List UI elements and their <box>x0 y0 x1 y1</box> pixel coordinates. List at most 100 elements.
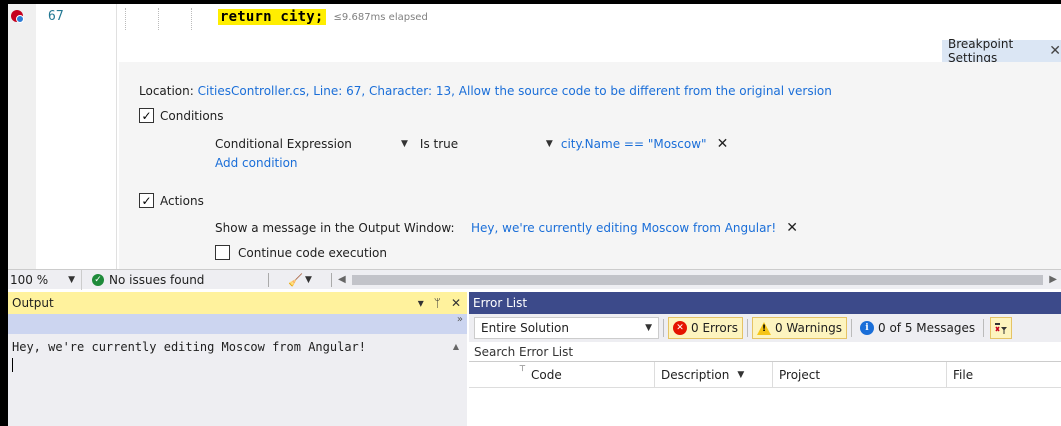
output-text: Hey, we're currently editing Moscow from… <box>12 340 367 354</box>
issues-text: No issues found <box>109 272 205 287</box>
add-condition-row: Add condition <box>215 156 298 170</box>
errors-filter-button[interactable]: ✕ 0 Errors <box>668 317 743 339</box>
messages-count: 0 of 5 Messages <box>878 321 976 335</box>
scope-value: Entire Solution <box>481 321 569 335</box>
continue-checkbox[interactable] <box>215 245 230 260</box>
add-condition-link[interactable]: Add condition <box>215 156 298 170</box>
filter-icon[interactable]: ⊤ <box>519 364 526 373</box>
chevron-down-icon[interactable]: ▼ <box>401 139 408 149</box>
error-list-pane: Error List Entire Solution ▼ ✕ 0 Errors … <box>469 292 1061 426</box>
conditions-label: Conditions <box>160 108 224 123</box>
continue-row: Continue code execution <box>215 245 387 260</box>
code-editor: 67 return city; ≤9.687ms elapsed Breakpo… <box>8 4 1061 269</box>
column-file-label: File <box>953 367 974 382</box>
actions-label: Actions <box>160 193 204 208</box>
divider <box>268 272 269 287</box>
condition-editor-row: Conditional Expression ▼ Is true ▼ city.… <box>215 136 728 152</box>
check-circle-icon: ✓ <box>92 273 104 286</box>
highlighted-statement[interactable]: return city; <box>218 9 326 25</box>
location-label: Location: <box>139 84 194 98</box>
output-toolbar: » <box>8 314 467 334</box>
zoom-value: 100 % <box>10 272 49 287</box>
scope-dropdown[interactable]: Entire Solution ▼ <box>474 317 659 339</box>
horizontal-scrollbar[interactable]: ◀ ▶ <box>338 274 1061 286</box>
error-list-search-input[interactable]: Search Error List <box>469 342 1061 362</box>
pin-icon[interactable]: ᛘ <box>434 296 441 310</box>
condition-expression-input[interactable]: city.Name == "Moscow" <box>561 137 707 151</box>
messages-filter-button[interactable]: i 0 of 5 Messages <box>856 317 979 339</box>
location-row: Location: CitiesController.cs, Line: 67,… <box>139 84 832 98</box>
chevron-down-icon[interactable]: ▼ <box>546 139 553 149</box>
editor-status-bar: 100 % ▼ ✓ No issues found 🧹 ▼ ◀ ▶ <box>8 269 1061 290</box>
filter-icon <box>995 323 1008 334</box>
search-placeholder: Search Error List <box>474 344 574 359</box>
conditions-checkbox[interactable]: ✓ <box>139 108 154 123</box>
divider <box>983 319 985 337</box>
overflow-icon[interactable]: » <box>457 314 463 325</box>
issues-indicator[interactable]: ✓ No issues found <box>82 273 262 287</box>
show-message-label: Show a message in the Output Window: <box>215 221 455 235</box>
output-pane: Output ▾ ᛘ ✕ » Hey, we're currently edit… <box>8 292 467 426</box>
actions-row: ✓ Actions <box>139 193 204 208</box>
breakpoint-settings-title: Breakpoint Settings <box>948 37 1014 65</box>
build-intellisense-filter-button[interactable] <box>990 317 1013 339</box>
vs-window: 67 return city; ≤9.687ms elapsed Breakpo… <box>8 4 1061 426</box>
condition-type-dropdown[interactable]: Conditional Expression <box>215 137 401 151</box>
perf-tip[interactable]: ≤9.687ms elapsed <box>334 12 428 23</box>
warnings-filter-button[interactable]: 0 Warnings <box>751 317 847 339</box>
output-title: Output <box>12 296 54 310</box>
column-code-label: Code <box>531 367 562 382</box>
condition-type-value: Conditional Expression <box>215 137 352 151</box>
divider <box>851 319 852 337</box>
column-project-label: Project <box>779 367 821 382</box>
scroll-left-icon[interactable]: ◀ <box>338 274 346 285</box>
condition-op-dropdown[interactable]: Is true <box>420 137 546 151</box>
actions-checkbox[interactable]: ✓ <box>139 193 154 208</box>
location-link[interactable]: CitiesController.cs, Line: 67, Character… <box>198 84 832 98</box>
message-input[interactable]: Hey, we're currently editing Moscow from… <box>471 221 776 235</box>
indent-guide <box>125 8 126 30</box>
errors-count: 0 Errors <box>691 321 738 335</box>
chevron-down-icon[interactable]: ▼ <box>68 275 75 285</box>
remove-action-icon[interactable]: ✕ <box>786 220 798 236</box>
error-list-title-bar[interactable]: Error List <box>469 292 1061 314</box>
condition-op-value: Is true <box>419 137 459 151</box>
error-list-header: ⊤ Code Description ▼ Project File <box>469 361 1061 388</box>
divider <box>746 319 748 337</box>
scrollbar-thumb[interactable] <box>351 274 1044 285</box>
code-line-67[interactable]: return city; ≤9.687ms elapsed <box>218 7 428 27</box>
code-cleanup-button[interactable]: 🧹 ▼ <box>275 273 325 287</box>
column-code[interactable]: ⊤ Code <box>519 361 655 388</box>
close-icon[interactable]: ✕ <box>1049 43 1061 59</box>
chevron-down-icon[interactable]: ▼ <box>645 323 652 333</box>
close-icon[interactable]: ✕ <box>451 296 461 310</box>
indent-guide <box>191 8 192 30</box>
error-icon: ✕ <box>673 321 687 335</box>
breakpoint-settings-tab[interactable]: Breakpoint Settings ✕ <box>942 37 1061 65</box>
column-description[interactable]: Description ▼ <box>655 361 773 388</box>
conditions-row: ✓ Conditions <box>139 108 224 123</box>
scroll-right-icon[interactable]: ▶ <box>1049 274 1057 285</box>
scroll-up-icon[interactable]: ▲ <box>453 342 459 351</box>
output-text-area[interactable]: Hey, we're currently editing Moscow from… <box>8 334 467 426</box>
breakpoint-gutter[interactable] <box>8 4 36 269</box>
output-title-bar[interactable]: Output ▾ ᛘ ✕ <box>8 292 467 314</box>
column-description-label: Description <box>661 367 730 382</box>
column-icon-spacer <box>469 362 525 388</box>
breakpoint-settings-panel: Location: CitiesController.cs, Line: 67,… <box>119 62 1061 269</box>
text-caret <box>12 358 13 372</box>
sort-down-icon[interactable]: ▼ <box>737 370 744 380</box>
broom-icon: 🧹 <box>288 272 304 287</box>
chevron-down-icon[interactable]: ▼ <box>305 275 312 285</box>
info-icon: i <box>860 321 874 335</box>
warnings-count: 0 Warnings <box>774 321 842 335</box>
continue-label: Continue code execution <box>238 245 388 260</box>
conditional-breakpoint-icon[interactable] <box>10 9 24 23</box>
column-file[interactable]: File <box>947 362 1061 388</box>
remove-condition-icon[interactable]: ✕ <box>717 136 729 152</box>
error-list-toolbar: Entire Solution ▼ ✕ 0 Errors 0 Warnings … <box>469 314 1061 342</box>
column-project[interactable]: Project <box>773 361 947 388</box>
window-position-icon[interactable]: ▾ <box>418 296 424 310</box>
zoom-dropdown[interactable]: 100 % ▼ <box>8 269 82 290</box>
divider <box>663 319 664 337</box>
